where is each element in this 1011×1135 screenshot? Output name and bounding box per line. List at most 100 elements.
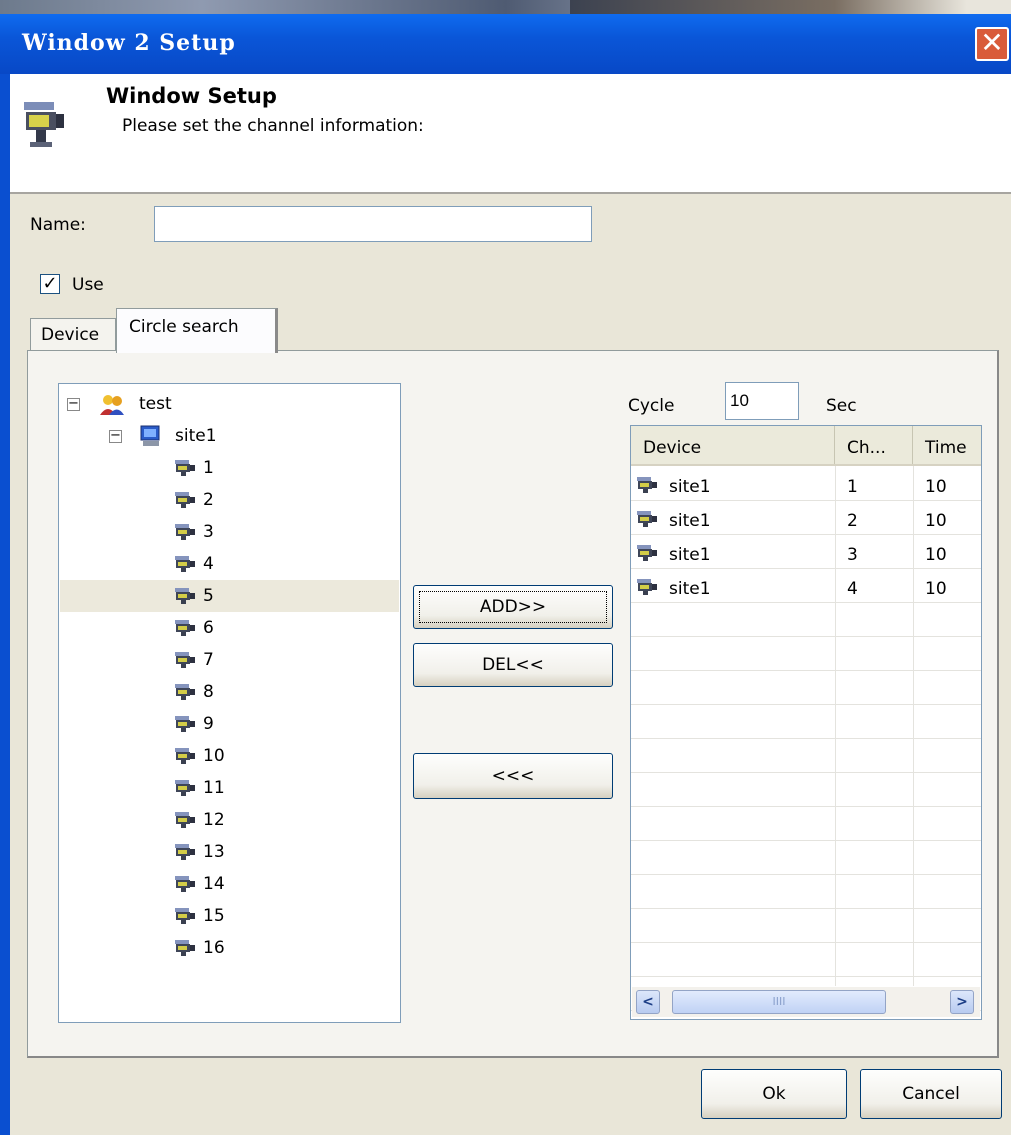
tree-node-label: 2 [203,490,214,510]
camera-icon [175,459,197,477]
cycle-unit-label: Sec [826,396,857,416]
cycle-input[interactable] [725,382,799,420]
tab-device[interactable]: Device [30,318,116,352]
grid-line [631,704,981,705]
cell-channel: 2 [847,511,858,531]
window-title: Window 2 Setup [22,30,236,56]
horizontal-scrollbar[interactable]: < IIII > [632,987,980,1017]
tree-node-label: 15 [203,906,225,926]
ok-button[interactable]: Ok [701,1069,847,1119]
tree-node-label: 6 [203,618,214,638]
list-row[interactable]: site1 2 10 [631,504,981,538]
column-header-device[interactable]: Device [631,426,835,464]
background-window-strip-right [570,0,1011,14]
cell-time: 10 [925,477,947,497]
tree-node-label: 10 [203,746,225,766]
device-tree[interactable]: − test − site1 1 2 3 4 5 6 7 8 9 10 11 12 13 14 15 16 [58,383,401,1023]
tree-node-label: 11 [203,778,225,798]
grid-line [631,636,981,637]
tree-node-channel[interactable]: 5 [60,580,399,612]
camera-icon [175,843,197,861]
tree-node-label: 4 [203,554,214,574]
camera-icon [22,92,66,152]
collapse-icon[interactable]: − [67,397,80,411]
tab-circle-search[interactable]: Circle search [116,308,278,353]
close-icon: ✕ [980,26,1004,59]
camera-icon [175,875,197,893]
cell-device: site1 [669,511,711,531]
tree-node-label: 8 [203,682,214,702]
collapse-icon[interactable]: − [109,429,122,443]
header-subtitle: Please set the channel information: [122,116,424,136]
camera-icon [175,779,197,797]
group-icon [99,392,125,416]
tree-node-label: 16 [203,938,225,958]
scroll-right-icon[interactable]: > [950,990,974,1014]
grid-line [631,840,981,841]
use-checkbox[interactable]: ✓ [40,274,60,294]
cell-channel: 3 [847,545,858,565]
tree-node-label: 9 [203,714,214,734]
use-label[interactable]: Use [72,275,104,295]
grid-line [631,874,981,875]
camera-icon [175,939,197,957]
camera-icon [175,747,197,765]
grid-line [631,670,981,671]
camera-icon [175,715,197,733]
cycle-list[interactable]: Device Ch... Time site1 1 10 site1 2 10 site1 3… [630,425,982,1020]
computer-icon [139,424,163,448]
remove-all-button[interactable]: <<< [413,753,613,799]
close-button[interactable]: ✕ [975,27,1009,61]
tree-node-label: test [139,394,172,414]
camera-icon [175,619,197,637]
column-header-time[interactable]: Time [913,426,981,464]
tree-node-label: 14 [203,874,225,894]
cycle-label: Cycle [628,396,675,416]
header-title: Window Setup [106,84,277,108]
header-divider [10,192,1011,194]
cell-time: 10 [925,579,947,599]
add-button[interactable]: ADD>> [413,585,613,629]
camera-icon [175,555,197,573]
tree-node-label: 7 [203,650,214,670]
camera-icon [175,907,197,925]
tree-node-label: 5 [203,586,214,606]
name-input[interactable] [154,206,592,242]
cancel-button[interactable]: Cancel [860,1069,1002,1119]
camera-icon [637,544,659,562]
cell-device: site1 [669,477,711,497]
camera-icon [637,510,659,528]
list-row[interactable]: site1 3 10 [631,538,981,572]
camera-icon [637,476,659,494]
tree-node-label: 13 [203,842,225,862]
grid-line [631,806,981,807]
tree-node-label: 1 [203,458,214,478]
cell-channel: 1 [847,477,858,497]
grid-line [631,738,981,739]
list-row[interactable]: site1 4 10 [631,572,981,606]
grid-line [631,908,981,909]
scroll-thumb[interactable]: IIII [672,990,886,1014]
list-header: Device Ch... Time [631,426,981,466]
delete-button[interactable]: DEL<< [413,643,613,687]
grid-line [631,942,981,943]
window-frame-left [0,74,10,1135]
cell-channel: 4 [847,579,858,599]
cell-time: 10 [925,511,947,531]
camera-icon [637,578,659,596]
camera-icon [175,491,197,509]
scroll-left-icon[interactable]: < [636,990,660,1014]
list-row[interactable]: site1 1 10 [631,470,981,504]
cell-time: 10 [925,545,947,565]
tree-node-label: site1 [175,426,217,446]
cell-device: site1 [669,545,711,565]
add-button-label: ADD>> [419,591,607,623]
camera-icon [175,811,197,829]
tree-node-label: 12 [203,810,225,830]
grid-line [631,772,981,773]
name-label: Name: [30,215,86,235]
column-header-channel[interactable]: Ch... [835,426,913,464]
camera-icon [175,587,197,605]
grid-line [631,976,981,977]
camera-icon [175,683,197,701]
